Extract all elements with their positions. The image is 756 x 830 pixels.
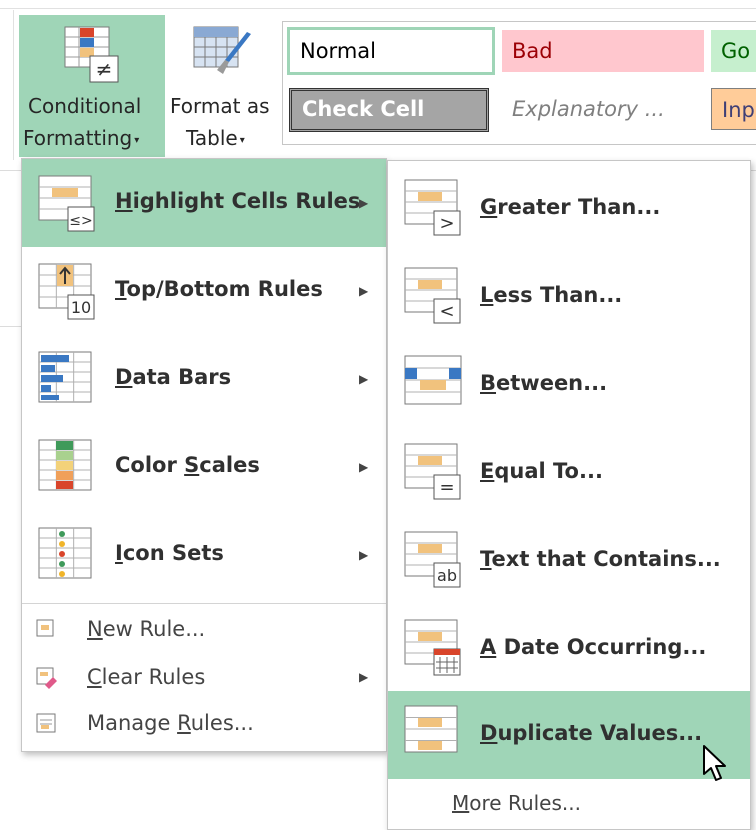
- submenu-item-label: Less Than...: [480, 283, 623, 307]
- submenu-arrow-icon: ▶: [359, 284, 369, 298]
- submenu-item-text-contains[interactable]: ab Text that Contains...: [388, 517, 750, 605]
- color-scales-icon: [38, 439, 92, 491]
- data-bars-icon: [38, 351, 92, 403]
- style-bad-label: Bad: [512, 39, 553, 63]
- menu-item-highlight-cells-rules[interactable]: ≤> Highlight Cells Rules ▶: [22, 159, 386, 247]
- submenu-item-label: Between...: [480, 371, 608, 395]
- submenu-arrow-icon: ▶: [359, 372, 369, 386]
- submenu-item-date-occurring[interactable]: A Date Occurring...: [388, 605, 750, 693]
- menu-item-top-bottom-rules[interactable]: 10 Top/Bottom Rules ▶: [22, 247, 386, 335]
- submenu-item-less-than[interactable]: < Less Than...: [388, 253, 750, 341]
- svg-text:=: =: [439, 477, 454, 498]
- clear-rules-icon: [36, 667, 57, 689]
- top-bottom-rules-icon: 10: [38, 263, 95, 320]
- format-as-table-icon: [193, 26, 251, 74]
- style-normal[interactable]: Normal: [287, 27, 495, 75]
- more-rules-item[interactable]: More Rules...: [388, 783, 750, 827]
- style-check-cell-label: Check Cell: [302, 97, 425, 121]
- conditional-formatting-label-line1: Conditional: [28, 94, 142, 118]
- style-input-label: Inp: [722, 98, 755, 122]
- dropdown-caret-icon: ▾: [134, 135, 140, 146]
- menu-item-new-rule[interactable]: New Rule...: [22, 607, 386, 651]
- menu-item-data-bars[interactable]: Data Bars ▶: [22, 335, 386, 423]
- duplicate-values-icon: [404, 705, 458, 753]
- svg-text:ab: ab: [437, 566, 457, 585]
- conditional-formatting-menu: ≤> Highlight Cells Rules ▶ 10 Top/Bottom …: [21, 158, 387, 752]
- equal-to-icon: =: [404, 443, 461, 500]
- menu-item-label: Icon Sets: [115, 541, 224, 565]
- menu-item-label: Color Scales: [115, 453, 260, 477]
- submenu-item-between[interactable]: Between...: [388, 341, 750, 429]
- menu-item-label: Top/Bottom Rules: [115, 277, 323, 301]
- menu-item-manage-rules[interactable]: Manage Rules...: [22, 701, 386, 745]
- menu-item-clear-rules[interactable]: Clear Rules ▶: [22, 655, 386, 699]
- conditional-formatting-button[interactable]: ≠ Conditional Formatting ▾: [19, 15, 165, 157]
- submenu-item-label: Greater Than...: [480, 195, 661, 219]
- submenu-item-duplicate-values[interactable]: Duplicate Values...: [388, 691, 750, 779]
- submenu-arrow-icon: ▶: [359, 460, 369, 474]
- menu-item-label: Manage Rules...: [87, 711, 254, 735]
- greater-than-icon: >: [404, 179, 461, 236]
- cell-styles-gallery: Normal Bad Go Check Cell Explanatory ...…: [282, 21, 756, 145]
- menu-item-label: Clear Rules: [87, 665, 206, 689]
- style-explanatory[interactable]: Explanatory ...: [502, 88, 704, 130]
- menu-item-color-scales[interactable]: Color Scales ▶: [22, 423, 386, 511]
- menu-separator: [22, 603, 386, 604]
- submenu-item-label: Text that Contains...: [480, 547, 721, 571]
- style-good[interactable]: Go: [711, 30, 756, 72]
- ribbon-top-border: [0, 8, 756, 9]
- new-rule-icon: [36, 619, 54, 637]
- mouse-cursor-icon: [703, 745, 726, 781]
- date-occurring-icon: [404, 619, 461, 676]
- submenu-item-label: A Date Occurring...: [480, 635, 707, 659]
- ribbon-group-divider: [13, 10, 14, 160]
- less-than-icon: <: [404, 267, 461, 324]
- submenu-item-label: Duplicate Values...: [480, 721, 703, 745]
- svg-text:<: <: [439, 301, 454, 322]
- svg-text:>: >: [439, 213, 454, 234]
- submenu-arrow-icon: ▶: [359, 196, 369, 210]
- menu-item-label: Highlight Cells Rules: [115, 189, 361, 213]
- style-explanatory-label: Explanatory ...: [512, 97, 665, 121]
- submenu-item-equal-to[interactable]: = Equal To...: [388, 429, 750, 517]
- icon-sets-icon: [38, 527, 92, 579]
- style-normal-label: Normal: [300, 39, 376, 63]
- format-as-table-label-line1: Format as: [170, 94, 270, 118]
- submenu-item-label: Equal To...: [480, 459, 603, 483]
- format-as-table-label-line2: Table ▾: [186, 126, 245, 150]
- submenu-arrow-icon: ▶: [359, 548, 369, 562]
- submenu-item-greater-than[interactable]: > Greater Than...: [388, 165, 750, 253]
- more-rules-label: More Rules...: [452, 791, 581, 815]
- not-equal-glyph: ≠: [96, 57, 113, 81]
- text-contains-icon: ab: [404, 531, 461, 588]
- between-icon: [404, 355, 462, 405]
- submenu-arrow-icon: ▶: [359, 670, 369, 684]
- highlight-cells-rules-submenu: > Greater Than... < Less Than... Between.…: [387, 160, 751, 830]
- format-as-table-button[interactable]: Format as Table ▾: [166, 15, 278, 157]
- style-input[interactable]: Inp: [711, 88, 756, 130]
- style-good-label: Go: [721, 39, 751, 63]
- conditional-formatting-label-line2: Formatting ▾: [23, 126, 140, 150]
- conditional-formatting-icon: ≠: [64, 26, 119, 83]
- menu-item-label: New Rule...: [87, 617, 206, 641]
- svg-text:10: 10: [71, 298, 91, 317]
- style-check-cell[interactable]: Check Cell: [289, 88, 489, 132]
- style-bad[interactable]: Bad: [502, 30, 704, 72]
- dropdown-caret-icon: ▾: [239, 135, 245, 146]
- svg-text:≤>: ≤>: [69, 213, 92, 229]
- menu-item-label: Data Bars: [115, 365, 232, 389]
- manage-rules-icon: [36, 713, 56, 733]
- menu-item-icon-sets[interactable]: Icon Sets ▶: [22, 511, 386, 599]
- highlight-cells-rules-icon: ≤>: [38, 175, 95, 232]
